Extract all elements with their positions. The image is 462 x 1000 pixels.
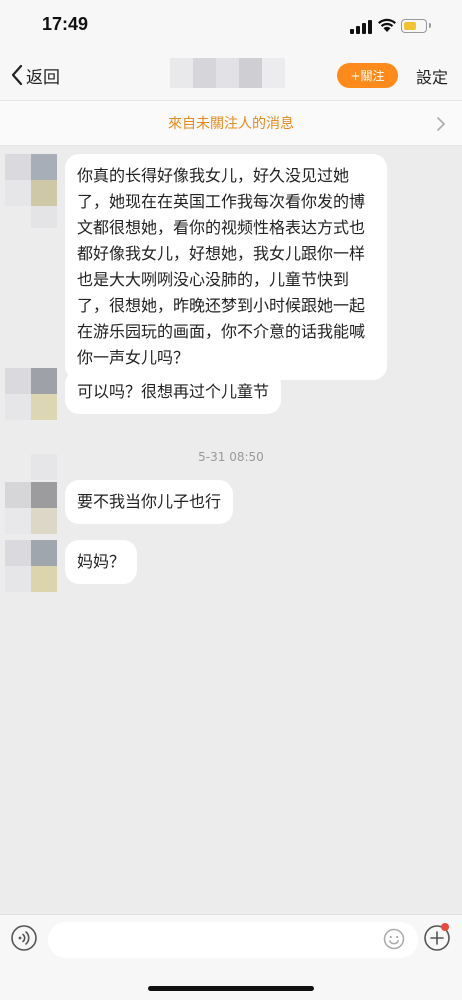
battery-icon — [401, 19, 431, 33]
wifi-icon — [378, 18, 396, 32]
avatar-pixel-fragment — [31, 206, 57, 228]
avatar[interactable] — [5, 540, 57, 592]
voice-icon[interactable] — [10, 924, 38, 952]
follow-button[interactable]: +關注 — [337, 63, 398, 88]
nav-bar: 返回 +關注 設定 — [0, 50, 462, 100]
back-label: 返回 — [26, 67, 60, 88]
message-bubble[interactable]: 要不我当你儿子也行 — [65, 480, 234, 524]
banner-text: 來自未關注人的消息 — [168, 116, 294, 132]
settings-button[interactable]: 設定 — [416, 64, 448, 88]
message-input[interactable] — [48, 922, 418, 958]
chevron-right-icon — [437, 117, 445, 131]
avatar-pixel-fragment — [31, 454, 57, 480]
conversation-title-pixelated — [170, 58, 285, 88]
back-button[interactable]: 返回 — [10, 62, 60, 88]
status-bar: 17:49 — [0, 0, 462, 50]
message-bubble[interactable]: 可以吗？很想再过个儿童节 — [65, 370, 282, 414]
avatar[interactable] — [5, 154, 57, 206]
chat-area[interactable]: 你真的长得好像我女儿，好久没见过她了，她现在在英国工作我每次看你发的博文都很想她… — [0, 146, 462, 914]
chevron-left-icon — [11, 64, 23, 86]
non-follower-message-banner[interactable]: 來自未關注人的消息 — [0, 100, 462, 146]
notification-dot — [441, 923, 449, 931]
message-bubble[interactable]: 你真的长得好像我女儿，好久没见过她了，她现在在英国工作我每次看你发的博文都很想她… — [65, 154, 387, 380]
status-time: 17:49 — [42, 14, 89, 34]
avatar[interactable] — [5, 368, 57, 420]
message-timestamp: 5-31 08:50 — [198, 450, 264, 464]
home-indicator — [148, 986, 314, 991]
emoji-icon[interactable] — [383, 928, 405, 950]
avatar[interactable] — [5, 482, 57, 534]
cellular-signal-icon — [350, 20, 372, 34]
message-bubble[interactable]: 妈妈？ — [65, 540, 138, 584]
